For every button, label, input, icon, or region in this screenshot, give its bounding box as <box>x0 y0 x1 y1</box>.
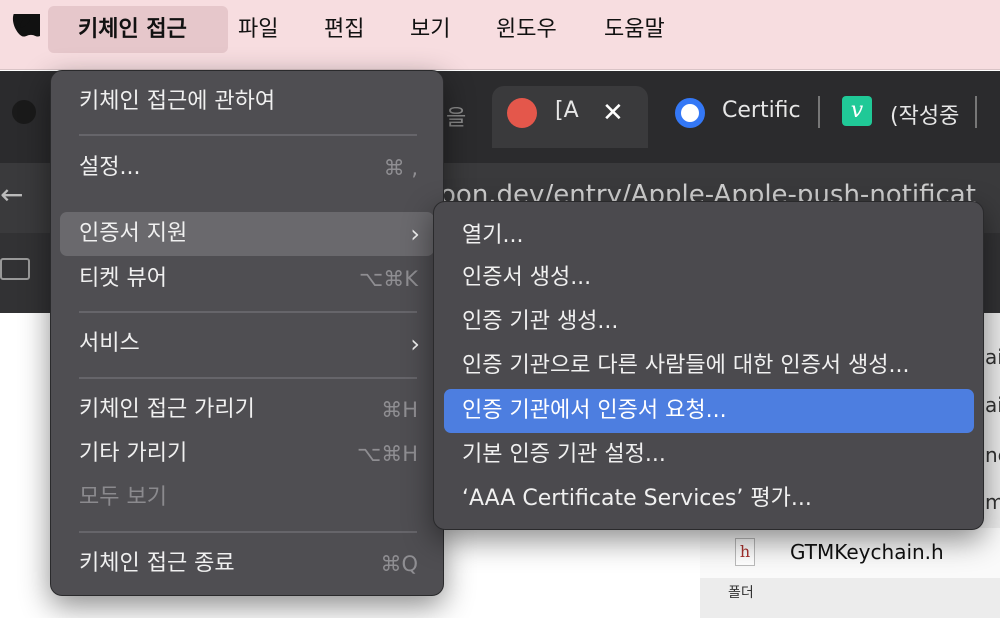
menu-item-settings[interactable]: 설정... ⌘ , <box>60 146 434 190</box>
submenu-item-set-default-ca[interactable]: 기본 인증 기관 설정... <box>444 433 974 477</box>
menu-item-services[interactable]: 서비스 › <box>60 322 434 366</box>
menu-item-certificate-assistant[interactable]: 인증서 지원 › <box>60 212 434 256</box>
velog-favicon-icon: v <box>842 96 872 126</box>
menu-item-about[interactable]: 키체인 접근에 관하여 <box>60 80 434 124</box>
tab-partial-label[interactable]: 을 <box>446 100 466 132</box>
menu-item-label: 키체인 접근 종료 <box>79 551 235 576</box>
keychain-access-menu: 키체인 접근에 관하여 설정... ⌘ , 인증서 지원 › 티켓 뷰어 ⌥⌘K… <box>50 70 444 596</box>
submenu-item-request-from-ca[interactable]: 인증 기관에서 인증서 요청... <box>444 389 974 433</box>
tab-separator <box>818 96 820 128</box>
file-name-fragment: m <box>985 490 1000 514</box>
menu-separator <box>79 134 417 136</box>
tab2-label[interactable]: Certific <box>722 98 804 123</box>
menu-item-hide-keychain[interactable]: 키체인 접근 가리기 ⌘H <box>60 388 434 432</box>
tab-separator <box>975 96 977 128</box>
menu-view[interactable]: 보기 <box>396 6 464 53</box>
menu-item-show-all: 모두 보기 <box>60 476 434 520</box>
chevron-right-icon: › <box>410 330 420 358</box>
shortcut-label: ⌘Q <box>380 552 418 576</box>
menu-item-label: 설정... <box>79 155 141 180</box>
bookmark-folder-icon[interactable] <box>0 258 30 280</box>
active-tab-label: [A <box>555 98 579 123</box>
tab-close-icon[interactable]: ✕ <box>602 98 624 128</box>
menu-window[interactable]: 윈도우 <box>482 6 571 53</box>
window-control-button[interactable] <box>12 100 36 124</box>
menu-item-label: 키체인 접근 가리기 <box>79 397 255 422</box>
menu-edit[interactable]: 편집 <box>310 6 378 53</box>
file-name: GTMKeychain.h <box>790 540 944 564</box>
submenu-item-open[interactable]: 열기... <box>444 214 974 258</box>
menu-item-label: 티켓 뷰어 <box>79 266 167 291</box>
tab3-label[interactable]: (작성중 <box>890 98 962 130</box>
apple-icon[interactable] <box>12 14 40 48</box>
menu-item-hide-others[interactable]: 기타 가리기 ⌥⌘H <box>60 432 434 476</box>
header-file-icon: h <box>735 538 755 566</box>
back-arrow-icon[interactable]: ← <box>0 178 23 211</box>
menu-help[interactable]: 도움말 <box>590 6 679 53</box>
menu-separator <box>79 311 417 313</box>
menu-item-label: 키체인 접근에 관하여 <box>79 89 276 114</box>
file-name-fragment: ai <box>985 393 1000 417</box>
menu-file[interactable]: 파일 <box>224 6 292 53</box>
menu-keychain-access[interactable]: 키체인 접근 <box>48 6 228 53</box>
menu-bar: 키체인 접근 파일 편집 보기 윈도우 도움말 <box>0 0 1000 70</box>
submenu-item-create-certificate[interactable]: 인증서 생성... <box>444 256 974 300</box>
menu-item-label: 기타 가리기 <box>79 441 188 466</box>
menu-item-label: 인증서 지원 <box>79 221 188 246</box>
apple-favicon-icon <box>675 98 705 128</box>
menu-item-label: 모두 보기 <box>79 485 167 510</box>
shortcut-label: ⌘H <box>381 398 418 422</box>
menu-item-label: 서비스 <box>79 331 140 356</box>
tab-favicon-icon <box>507 98 537 128</box>
certificate-assistant-submenu: 열기... 인증서 생성... 인증 기관 생성... 인증 기관으로 다른 사… <box>433 201 984 530</box>
file-name-fragment: ai <box>985 345 1000 369</box>
shortcut-label: ⌥⌘K <box>359 267 418 291</box>
shortcut-label: ⌘ , <box>383 156 418 180</box>
submenu-item-create-ca[interactable]: 인증 기관 생성... <box>444 300 974 344</box>
menu-item-ticket-viewer[interactable]: 티켓 뷰어 ⌥⌘K <box>60 257 434 301</box>
menu-separator <box>79 531 417 533</box>
file-name-fragment: ne <box>985 443 1000 467</box>
chevron-right-icon: › <box>410 220 420 248</box>
folder-label: 폴더 <box>728 585 754 601</box>
submenu-item-evaluate-certificate[interactable]: ‘AAA Certificate Services’ 평가... <box>444 477 974 521</box>
submenu-item-create-cert-for-others[interactable]: 인증 기관으로 다른 사람들에 대한 인증서 생성... <box>444 344 974 388</box>
shortcut-label: ⌥⌘H <box>357 442 418 466</box>
menu-item-quit[interactable]: 키체인 접근 종료 ⌘Q <box>60 542 434 586</box>
menu-separator <box>79 377 417 379</box>
